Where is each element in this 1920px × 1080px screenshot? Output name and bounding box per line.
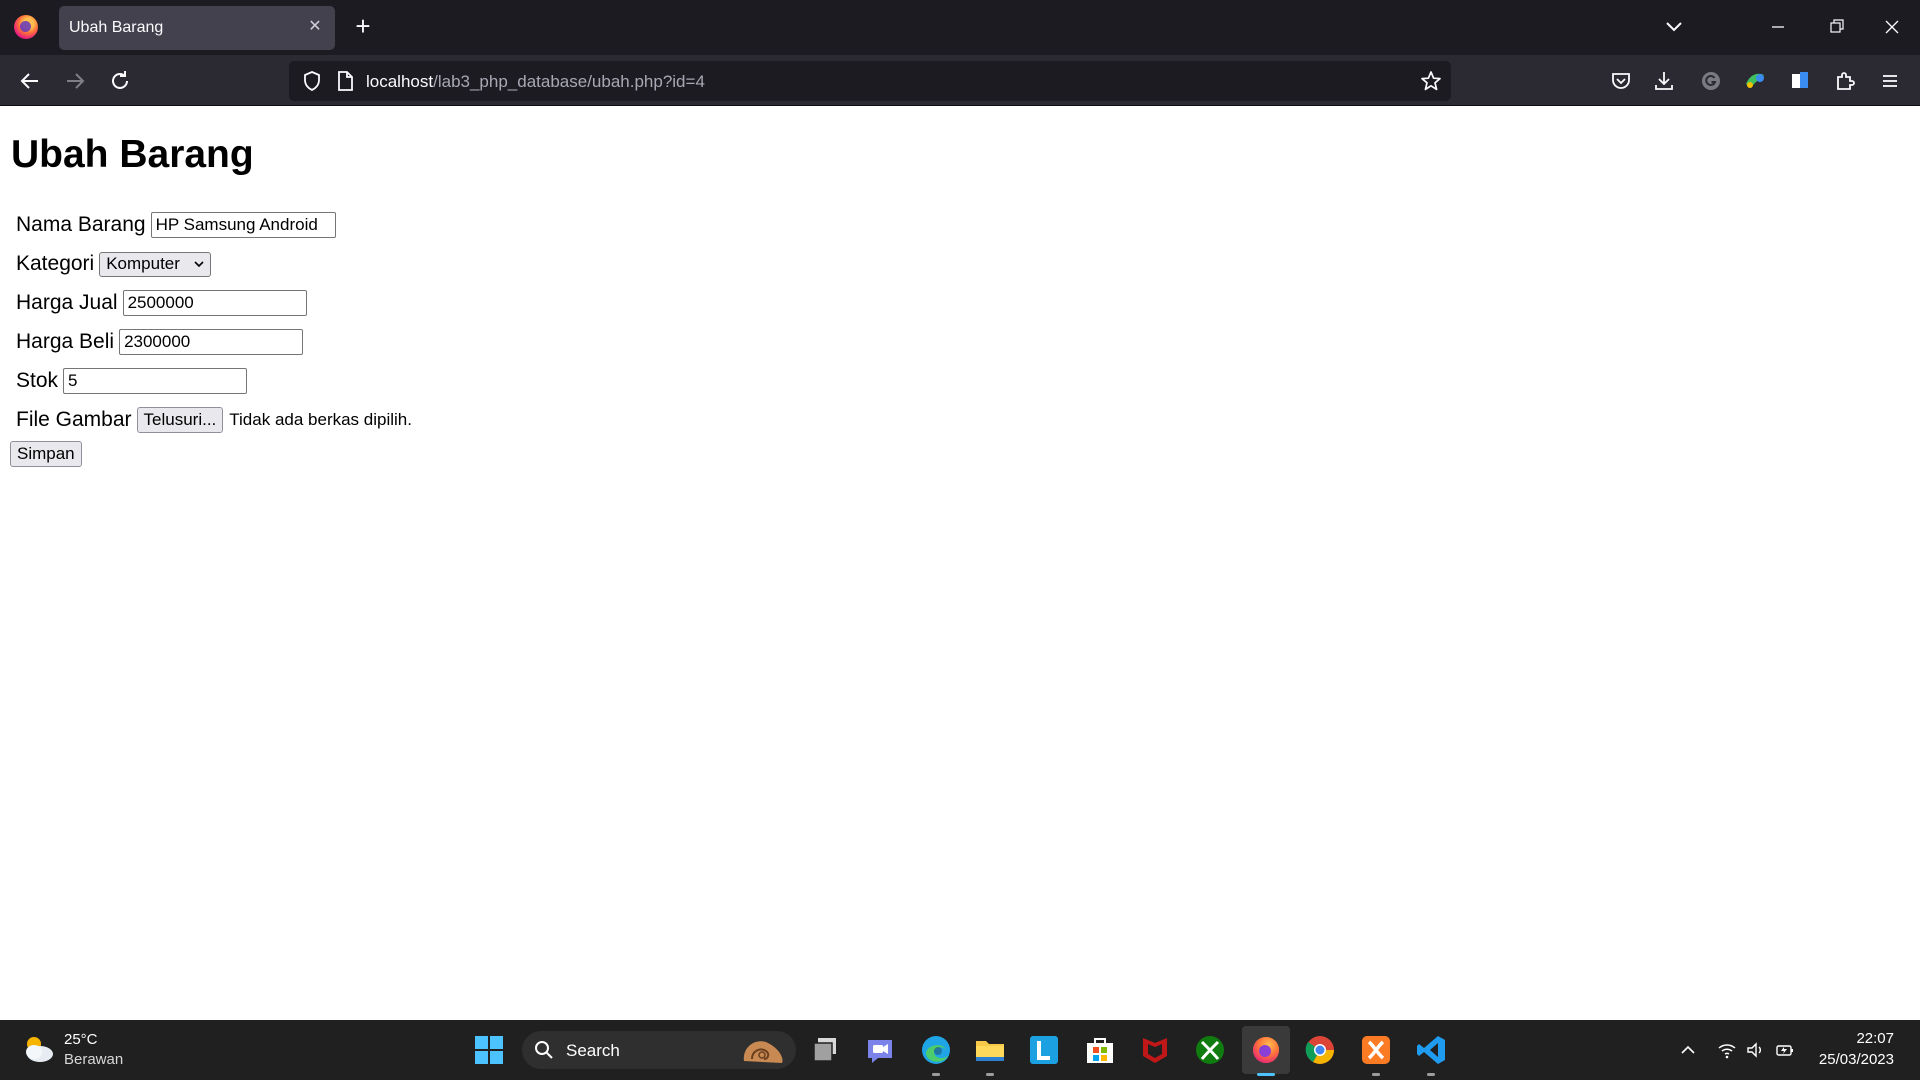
tab-close-icon[interactable]: ✕ [305,17,325,37]
url-text[interactable]: localhost/lab3_php_database/ubah.php?id=… [366,72,705,92]
xbox-icon[interactable] [1192,1032,1228,1068]
harga-jual-input[interactable] [122,290,307,316]
page-title: Ubah Barang [11,133,254,176]
chevron-down-icon [194,261,204,268]
tracking-protection-shield-icon[interactable] [301,70,323,92]
teams-chat-icon[interactable] [862,1032,898,1068]
nama-barang-input[interactable] [150,212,336,238]
vscode-icon[interactable] [1413,1032,1449,1068]
wifi-icon[interactable] [1717,1040,1737,1060]
extension-colorful-icon[interactable] [1740,66,1770,96]
pocket-icon[interactable] [1606,66,1636,96]
weather-temperature[interactable]: 25°C [64,1031,98,1048]
label-kategori: Kategori [16,252,95,275]
url-host: localhost [366,72,434,91]
app-menu-hamburger-icon[interactable] [1875,66,1905,96]
harga-beli-input[interactable] [119,329,304,355]
file-explorer-icon[interactable] [972,1032,1008,1068]
battery-charging-icon[interactable] [1775,1040,1795,1060]
row-nama-barang: Nama Barang [16,210,336,240]
label-file-gambar: File Gambar [16,408,132,431]
taskbar-firefox-active[interactable] [1242,1026,1290,1074]
tab-ubah-barang[interactable]: Ubah Barang ✕ [59,6,335,50]
extension-blue-icon[interactable] [1785,66,1815,96]
xampp-running-indicator [1372,1073,1380,1076]
task-view-icon[interactable] [808,1032,844,1068]
downloads-icon[interactable] [1649,66,1679,96]
firefox-running-indicator [1257,1073,1275,1076]
close-window-icon[interactable] [1872,10,1912,44]
new-tab-icon[interactable]: + [348,12,378,42]
extensions-puzzle-icon[interactable] [1830,66,1860,96]
row-harga-beli: Harga Beli [16,327,304,357]
weather-description[interactable]: Berawan [64,1051,123,1068]
firefox-logo-icon[interactable] [14,15,38,39]
browser-titlebar: Ubah Barang ✕ + [0,0,1920,55]
file-status-text: Tidak ada berkas dipilih. [229,410,412,429]
kategori-selected-value: Komputer [106,254,180,273]
edge-running-indicator [932,1073,940,1076]
weather-cloudy-icon[interactable] [20,1032,56,1066]
forward-arrow-icon[interactable] [59,65,91,97]
browser-toolbar: localhost/lab3_php_database/ubah.php?id=… [0,55,1920,106]
address-bar[interactable]: localhost/lab3_php_database/ubah.php?id=… [289,61,1451,101]
clock-time[interactable]: 22:07 [1856,1030,1894,1047]
label-nama-barang: Nama Barang [16,213,146,236]
taskbar-search-box[interactable]: Search [522,1031,796,1069]
tab-title: Ubah Barang [69,19,164,36]
explorer-running-indicator [986,1073,994,1076]
url-path: /lab3_php_database/ubah.php?id=4 [433,72,705,91]
list-all-tabs-icon[interactable] [1659,12,1689,42]
vscode-running-indicator [1427,1073,1435,1076]
mcafee-icon[interactable] [1137,1032,1173,1068]
windows-taskbar: 25°C Berawan Search 22:07 25/03/2023 [0,1020,1920,1080]
volume-icon[interactable] [1745,1040,1765,1060]
minimize-icon[interactable] [1758,10,1798,44]
label-harga-jual: Harga Jual [16,291,118,314]
page-info-icon[interactable] [334,70,356,92]
page-content: Ubah Barang Nama Barang Kategori Kompute… [0,106,1920,1020]
reload-icon[interactable] [104,65,136,97]
chevron-up-icon[interactable] [1678,1040,1698,1060]
row-harga-jual: Harga Jual [16,288,307,318]
l-app-icon[interactable] [1026,1032,1062,1068]
clock-date[interactable]: 25/03/2023 [1819,1051,1894,1068]
restore-icon[interactable] [1816,10,1856,44]
xampp-icon[interactable] [1358,1032,1394,1068]
label-stok: Stok [16,369,59,392]
row-file-gambar: File Gambar Telusuri... Tidak ada berkas… [16,405,412,435]
chrome-icon[interactable] [1302,1032,1338,1068]
grammarly-extension-icon[interactable] [1696,66,1726,96]
search-icon [535,1041,553,1059]
store-icon[interactable] [1082,1032,1118,1068]
firefox-icon [1253,1037,1279,1063]
start-icon[interactable] [471,1032,507,1068]
stok-input[interactable] [63,368,248,394]
edge-icon[interactable] [918,1032,954,1068]
bookmark-star-icon[interactable] [1419,69,1443,93]
back-arrow-icon[interactable] [14,65,46,97]
row-stok: Stok [16,366,248,396]
kategori-select[interactable]: Komputer [99,251,211,277]
simpan-button[interactable]: Simpan [10,441,82,467]
search-label: Search [566,1041,620,1060]
label-harga-beli: Harga Beli [16,330,115,353]
file-browse-button[interactable]: Telusuri... [136,407,224,433]
row-kategori: Kategori Komputer [16,249,211,279]
search-highlight-shell-icon [743,1041,783,1063]
